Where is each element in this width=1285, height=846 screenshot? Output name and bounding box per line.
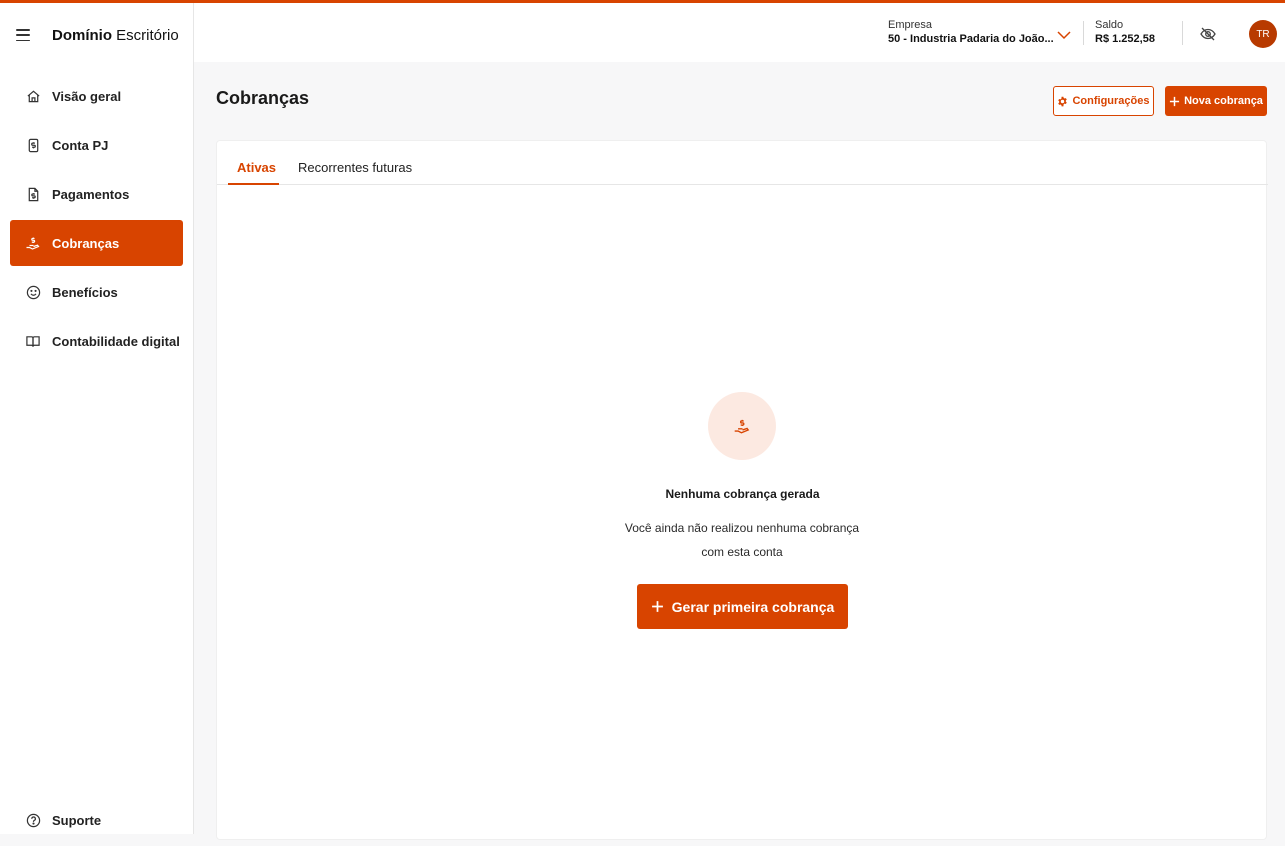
home-icon — [25, 88, 41, 104]
sidebar-item-label: Pagamentos — [52, 186, 130, 202]
brand-name: Domínio Escritório — [52, 27, 179, 44]
sidebar-item-label: Conta PJ — [52, 137, 109, 153]
sidebar-item-label: Suporte — [52, 812, 102, 828]
sidebar-item-label: Contabilidade digital — [52, 333, 180, 349]
company-selector[interactable]: Empresa 50 - Industria Padaria do João..… — [888, 19, 1054, 46]
empty-state-description: Você ainda não realizou nenhuma cobrança… — [592, 516, 892, 564]
company-value: 50 - Industria Padaria do João... — [888, 33, 1054, 45]
sidebar-item-beneficios[interactable]: Benefícios — [10, 269, 183, 315]
sidebar-nav: Visão geral Conta PJ Pagamentos Cobrança… — [10, 73, 183, 367]
invoice-icon — [25, 186, 41, 202]
tab-ativas[interactable]: Ativas — [237, 160, 276, 175]
empty-state-title: Nenhuma cobrança gerada — [665, 487, 820, 501]
brand-name-bold: Domínio — [52, 26, 112, 44]
sidebar: Domínio Escritório Visão geral Conta PJ … — [0, 3, 194, 834]
avatar[interactable]: TR — [1249, 20, 1277, 48]
page-title: Cobranças — [216, 88, 310, 108]
top-header: Empresa 50 - Industria Padaria do João..… — [194, 3, 1285, 62]
tabs-bar: Ativas Recorrentes futuras — [217, 141, 1268, 185]
empty-state-icon — [708, 392, 776, 460]
charges-card: Ativas Recorrentes futuras Nenhuma cobra… — [216, 140, 1268, 840]
chevron-down-icon[interactable] — [1056, 27, 1072, 40]
create-first-charge-button[interactable]: Gerar primeira cobrança — [637, 584, 848, 629]
dollar-document-icon — [25, 137, 41, 153]
empty-state-line-1: Você ainda não realizou nenhuma cobrança — [624, 521, 860, 535]
create-first-charge-label: Gerar primeira cobrança — [671, 598, 835, 615]
menu-icon[interactable] — [16, 29, 30, 41]
brand: Domínio Escritório — [16, 25, 179, 45]
empty-state-line-2: com esta conta — [701, 545, 783, 559]
sidebar-item-label: Cobranças — [52, 235, 120, 251]
header-divider — [1083, 21, 1084, 45]
hand-coin-icon — [734, 419, 750, 434]
help-circle-icon — [25, 812, 41, 828]
tab-recorrentes-futuras[interactable]: Recorrentes futuras — [298, 160, 412, 175]
plus-icon — [651, 601, 663, 612]
sidebar-item-label: Visão geral — [52, 88, 122, 104]
settings-button[interactable]: Configurações — [1053, 86, 1154, 116]
plus-icon — [1169, 96, 1180, 106]
book-icon — [25, 333, 41, 349]
settings-button-label: Configurações — [1072, 95, 1150, 107]
gear-icon — [1058, 96, 1068, 106]
hand-coin-icon — [25, 235, 41, 251]
sidebar-item-conta-pj[interactable]: Conta PJ — [10, 122, 183, 168]
sidebar-item-visao-geral[interactable]: Visão geral — [10, 73, 183, 119]
eye-off-icon[interactable] — [1199, 25, 1217, 43]
new-charge-button[interactable]: Nova cobrança — [1165, 86, 1267, 116]
active-tab-indicator — [228, 183, 279, 185]
balance-value: R$ 1.252,58 — [1095, 33, 1155, 45]
sidebar-item-pagamentos[interactable]: Pagamentos — [10, 171, 183, 217]
smile-icon — [25, 284, 41, 300]
sidebar-item-cobrancas[interactable]: Cobranças — [10, 220, 183, 266]
sidebar-item-label: Benefícios — [52, 284, 118, 300]
header-divider — [1182, 21, 1183, 45]
balance-display: Saldo R$ 1.252,58 — [1095, 19, 1155, 46]
sidebar-item-contabilidade-digital[interactable]: Contabilidade digital — [10, 318, 183, 364]
company-label: Empresa — [888, 19, 933, 31]
sidebar-support: Suporte — [10, 797, 183, 846]
balance-label: Saldo — [1095, 19, 1124, 31]
sidebar-item-suporte[interactable]: Suporte — [10, 797, 183, 843]
brand-name-regular: Escritório — [116, 26, 179, 44]
new-charge-button-label: Nova cobrança — [1184, 95, 1263, 107]
